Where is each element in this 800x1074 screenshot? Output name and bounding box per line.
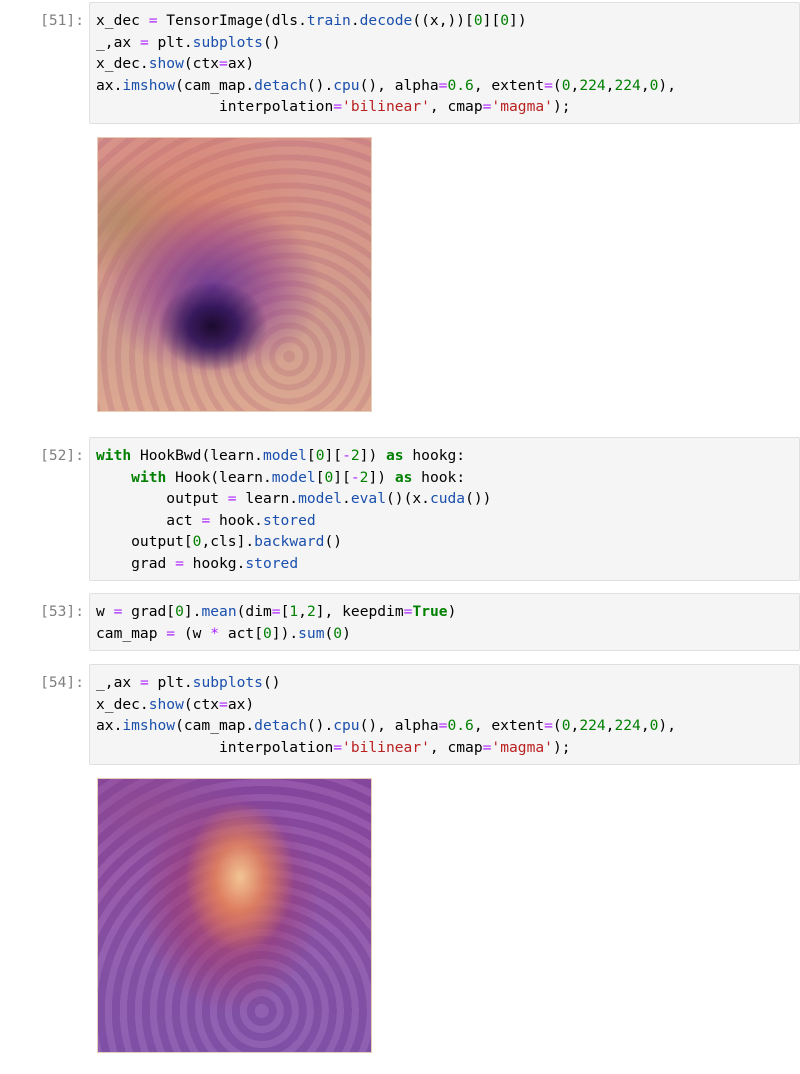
code-line: interpolation='bilinear', cmap='magma'); bbox=[96, 738, 571, 756]
code-line: x_dec.show(ctx=ax) bbox=[96, 55, 255, 72]
input-prompt: [54]: bbox=[40, 674, 84, 691]
code-line: with Hook(learn.model[0][-2]) as hook: bbox=[131, 468, 466, 486]
code-input-area[interactable]: w = grad[0].mean(dim=[1,2], keepdim=True… bbox=[89, 593, 800, 651]
code-line: ax.imshow(cam_map.detach().cpu(), alpha=… bbox=[96, 76, 676, 94]
code-line: output[0,cls].backward() bbox=[96, 533, 343, 550]
input-prompt: [53]: bbox=[40, 603, 84, 620]
code-block: x_dec = TensorImage(dls.train.decode((x,… bbox=[96, 10, 676, 118]
code-line: ax.imshow(cam_map.detach().cpu(), alpha=… bbox=[96, 717, 676, 734]
code-line: x_dec = TensorImage(dls.train.decode((x,… bbox=[96, 12, 527, 29]
code-line: x_dec.show(ctx=ax) bbox=[96, 695, 255, 713]
code-block: w = grad[0].mean(dim=[1,2], keepdim=True… bbox=[96, 601, 456, 644]
code-block: with HookBwd(learn.model[0][-2]) as hook… bbox=[96, 445, 491, 574]
code-line: act = hook.stored bbox=[96, 511, 316, 529]
code-input-area[interactable]: _,ax = plt.subplots() x_dec.show(ctx=ax)a… bbox=[89, 664, 800, 765]
gradcam-heatmap-image bbox=[97, 778, 372, 1053]
code-line: _,ax = plt.subplots() bbox=[96, 33, 281, 51]
code-line: interpolation='bilinear', cmap='magma'); bbox=[96, 98, 571, 115]
input-prompt: [52]: bbox=[40, 447, 84, 464]
code-input-area[interactable]: x_dec = TensorImage(dls.train.decode((x,… bbox=[89, 2, 800, 124]
code-line: grad = hookg.stored bbox=[96, 554, 299, 572]
code-input-area[interactable]: with HookBwd(learn.model[0][-2]) as hook… bbox=[89, 437, 800, 581]
code-block: _,ax = plt.subplots() x_dec.show(ctx=ax)a… bbox=[96, 672, 676, 758]
code-line: _,ax = plt.subplots() bbox=[96, 674, 281, 691]
code-line: output = learn.model.eval()(x.cuda()) bbox=[96, 490, 492, 507]
input-prompt: [51]: bbox=[40, 12, 84, 29]
code-line: w = grad[0].mean(dim=[1,2], keepdim=True… bbox=[96, 603, 457, 620]
code-line: with HookBwd(learn.model[0][-2]) as hook… bbox=[96, 447, 466, 464]
class-activation-heatmap-image bbox=[97, 137, 372, 412]
code-line: cam_map = (w * act[0]).sum(0) bbox=[96, 624, 351, 642]
